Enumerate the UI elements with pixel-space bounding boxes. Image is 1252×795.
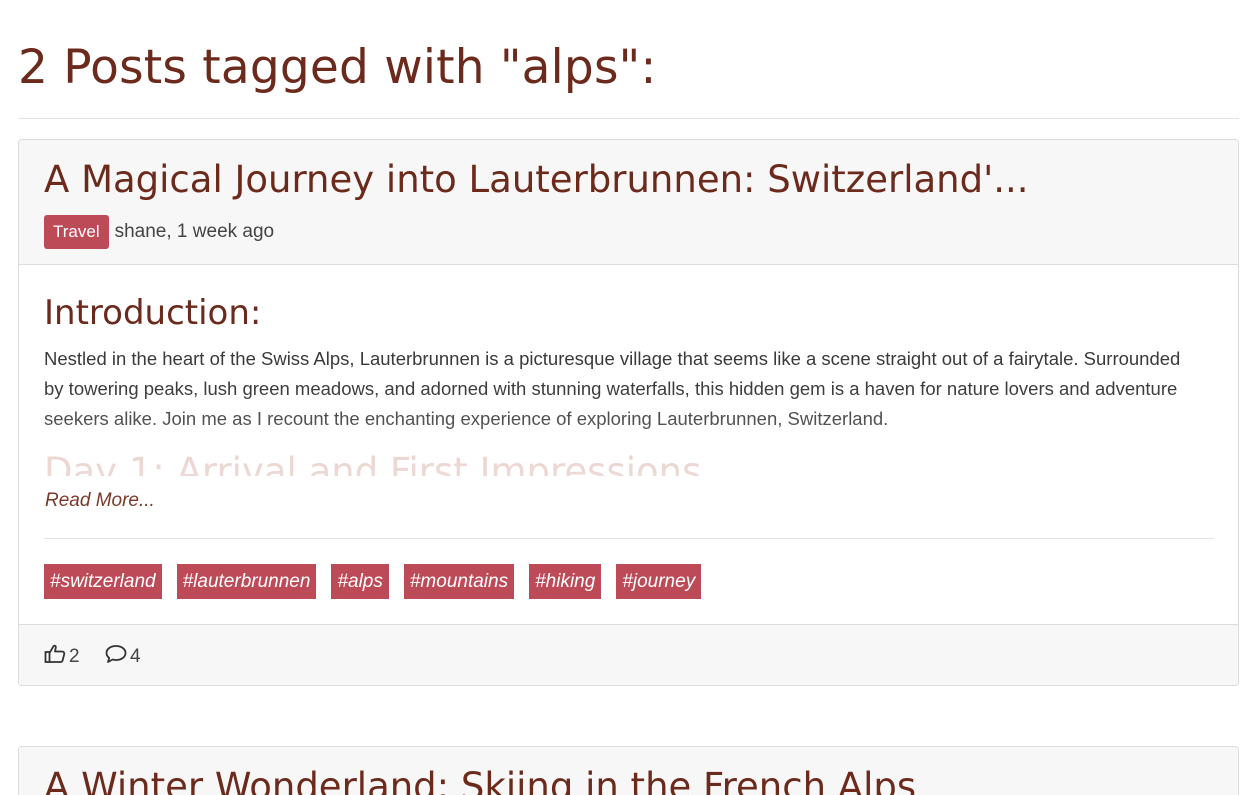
- post-card-footer: 2 4: [19, 624, 1238, 685]
- chat-bubble-icon: [105, 644, 130, 670]
- post-card: A Magical Journey into Lauterbrunnen: Sw…: [18, 139, 1239, 686]
- thumbs-up-icon: [44, 644, 69, 670]
- post-title-link[interactable]: A Magical Journey into Lauterbrunnen: Sw…: [44, 154, 1029, 206]
- posts-page: 2 Posts tagged with "alps": A Magical Jo…: [0, 0, 1252, 795]
- excerpt-next-heading: Day 1: Arrival and First Impressions: [44, 450, 702, 476]
- excerpt-text: Nestled in the heart of the Swiss Alps, …: [44, 348, 1181, 429]
- comment-button[interactable]: 4: [105, 644, 141, 670]
- tag-journey[interactable]: #journey: [616, 564, 702, 599]
- comment-count: 4: [130, 646, 141, 667]
- tag-hiking[interactable]: #hiking: [529, 564, 602, 599]
- tag-mountains[interactable]: #mountains: [403, 564, 515, 599]
- post-card-header: A Magical Journey into Lauterbrunnen: Sw…: [19, 140, 1238, 265]
- like-count: 2: [69, 646, 80, 667]
- post-meta: Travel shane, 1 week ago: [44, 214, 274, 250]
- post-byline: shane, 1 week ago: [114, 221, 275, 242]
- post-card: A Winter Wonderland: Skiing in the Frenc…: [18, 746, 1239, 795]
- like-button[interactable]: 2: [44, 644, 80, 670]
- post-card-header: A Winter Wonderland: Skiing in the Frenc…: [19, 747, 1238, 795]
- tag-lauterbrunnen[interactable]: #lauterbrunnen: [176, 564, 317, 599]
- page-title: 2 Posts tagged with "alps":: [18, 40, 657, 95]
- title-divider: [18, 118, 1239, 119]
- tag-alps[interactable]: #alps: [331, 564, 389, 599]
- post-title-link[interactable]: A Winter Wonderland: Skiing in the Frenc…: [44, 761, 916, 795]
- excerpt-heading: Introduction:: [44, 293, 262, 333]
- tag-list: #switzerland #lauterbrunnen #alps #mount…: [44, 564, 702, 599]
- post-excerpt: Introduction: Nestled in the heart of th…: [44, 288, 1214, 624]
- category-badge[interactable]: Travel: [44, 215, 109, 249]
- tag-switzerland[interactable]: #switzerland: [44, 564, 162, 599]
- tags-divider: [44, 538, 1214, 539]
- read-more-link[interactable]: Read More...: [45, 490, 155, 512]
